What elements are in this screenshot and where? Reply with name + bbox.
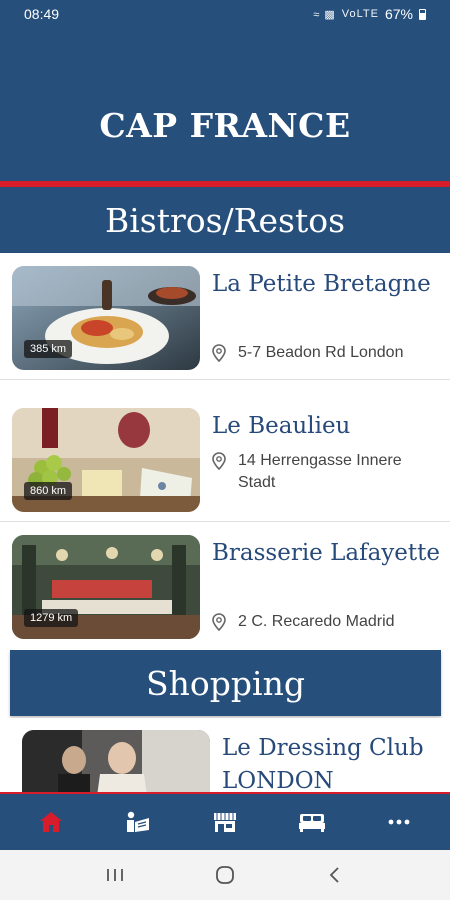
restaurant-photo: 385 km	[12, 266, 200, 370]
bed-icon	[298, 814, 325, 832]
recent-apps-icon	[107, 869, 123, 881]
network-label: VoLTE	[341, 8, 379, 20]
restaurant-address-row: 14 Herrengasse Innere Stadt	[212, 450, 442, 494]
section-header-shopping: Shopping	[10, 650, 441, 716]
recent-apps-button[interactable]	[95, 855, 135, 895]
list-item-la-petite-bretagne[interactable]: 385 km La Petite Bretagne 5-7 Beadon Rd …	[0, 254, 450, 380]
back-button[interactable]	[315, 855, 355, 895]
back-icon	[329, 867, 339, 883]
distance-badge: 1279 km	[24, 609, 79, 627]
location-pin-icon	[212, 342, 230, 369]
list-item-le-beaulieu[interactable]: 860 km Le Beaulieu 14 Herrengasse Innere…	[0, 396, 450, 522]
list-item-brasserie-lafayette[interactable]: 1279 km Brasserie Lafayette 2 C. Recared…	[0, 523, 450, 649]
battery-icon	[419, 8, 426, 20]
guide-icon	[127, 811, 150, 832]
list-item-le-dressing-club[interactable]: Le Dressing Club LONDON	[0, 718, 450, 792]
nav-stores[interactable]	[195, 802, 255, 842]
bottom-navigation	[0, 792, 450, 850]
nav-guide[interactable]	[108, 802, 168, 842]
status-time: 08:49	[24, 6, 60, 22]
wifi-signal-icon: ≈ ▩	[313, 8, 336, 21]
restaurant-photo: 860 km	[12, 408, 200, 512]
restaurant-name: Brasserie Lafayette	[212, 540, 441, 566]
store-icon	[213, 813, 236, 832]
restaurant-photo: 1279 km	[12, 535, 200, 639]
home-icon	[40, 812, 63, 832]
nav-more[interactable]	[369, 802, 429, 842]
status-bar: 08:49 ≈ ▩ VoLTE 67%	[0, 0, 450, 28]
more-icon	[388, 819, 409, 825]
section-title: Shopping	[146, 663, 305, 703]
restaurant-address-row: 5-7 Beadon Rd London	[212, 342, 442, 369]
home-button[interactable]	[205, 855, 245, 895]
system-navigation-bar	[0, 850, 450, 900]
battery-level: 67%	[384, 6, 413, 22]
distance-badge: 860 km	[24, 482, 73, 500]
restaurant-address-row: 2 C. Recaredo Madrid	[212, 611, 442, 638]
nav-home[interactable]	[21, 802, 81, 842]
distance-badge: 385 km	[24, 340, 73, 358]
restaurant-address: 2 C. Recaredo Madrid	[238, 613, 395, 630]
home-circle-icon	[216, 866, 234, 884]
restaurant-name: Le Beaulieu	[212, 413, 351, 439]
restaurant-address: 14 Herrengasse Innere Stadt	[238, 452, 402, 491]
location-pin-icon	[212, 611, 230, 638]
restaurant-address: 5-7 Beadon Rd London	[238, 344, 404, 361]
section-header-bistros: Bistros/Restos	[0, 187, 450, 253]
location-pin-icon	[212, 450, 230, 494]
shop-photo	[22, 730, 210, 792]
app-header: CAP FRANCE	[0, 28, 450, 181]
restaurant-name: La Petite Bretagne	[212, 271, 431, 297]
section-title: Bistros/Restos	[104, 200, 346, 240]
shop-name: Le Dressing Club LONDON	[222, 735, 424, 792]
status-right: ≈ ▩ VoLTE 67%	[313, 6, 426, 22]
nav-hotels[interactable]	[282, 802, 342, 842]
app-title: CAP FRANCE	[99, 106, 351, 145]
